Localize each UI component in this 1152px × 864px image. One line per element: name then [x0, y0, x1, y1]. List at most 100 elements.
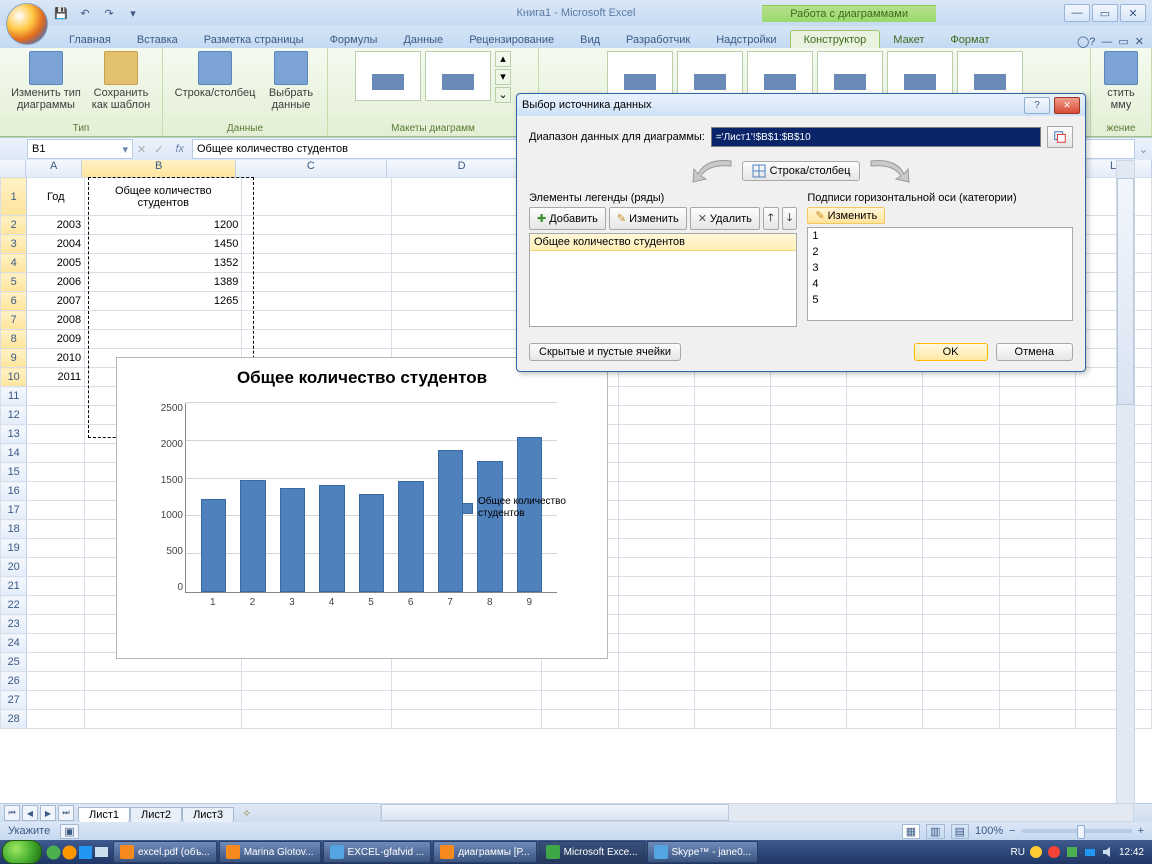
restore-button[interactable]: ▭ [1092, 4, 1118, 22]
move-down-button[interactable]: 🡓 [782, 207, 798, 230]
ribbon-tab[interactable]: Разметка страницы [191, 31, 317, 48]
horizontal-scrollbar[interactable] [380, 803, 1134, 822]
last-sheet-button[interactable]: ⏭ [58, 805, 74, 821]
close-button[interactable]: ✕ [1120, 4, 1146, 22]
list-item[interactable]: Общее количество студентов [529, 233, 797, 251]
office-button[interactable] [6, 3, 48, 45]
accept-icon[interactable]: ✓ [150, 143, 167, 156]
macro-record-icon[interactable]: ▣ [60, 824, 78, 839]
switch-row-col-button[interactable]: Строка/столбец [742, 161, 861, 181]
categories-listbox[interactable]: 12345 [807, 227, 1073, 321]
ok-button[interactable]: OK [914, 343, 988, 361]
new-sheet-button[interactable]: ✧ [234, 806, 259, 821]
move-up-button[interactable]: 🡑 [763, 207, 779, 230]
column-header[interactable]: D [387, 160, 538, 177]
dialog-close-button[interactable]: ✕ [1054, 97, 1080, 114]
minimize-button[interactable]: — [1064, 4, 1090, 22]
zoom-out-button[interactable]: − [1009, 825, 1015, 837]
chart-object[interactable]: Общее количество студентов 2500200015001… [116, 357, 608, 659]
ribbon-tab[interactable]: Вставка [124, 31, 191, 48]
edit-categories-button[interactable]: ✎Изменить [807, 207, 885, 224]
change-chart-type-button[interactable]: Изменить тип диаграммы [10, 51, 82, 111]
ribbon-tab[interactable]: Главная [56, 31, 124, 48]
taskbar-item[interactable]: excel.pdf (объ... [113, 841, 217, 863]
ribbon-tab[interactable]: Вид [567, 31, 613, 48]
mdi-close-icon[interactable]: ✕ [1135, 35, 1144, 48]
series-listbox[interactable]: Общее количество студентов [529, 233, 797, 327]
range-input[interactable] [711, 127, 1041, 147]
tray-icon[interactable] [1029, 845, 1043, 859]
delete-series-button[interactable]: ✕Удалить [690, 207, 760, 230]
sheet-tab[interactable]: Лист3 [182, 807, 234, 822]
taskbar-item[interactable]: EXCEL-gfafvid ... [323, 841, 432, 863]
help-icon[interactable]: ◯? [1077, 35, 1095, 48]
chart-bar[interactable] [398, 481, 423, 592]
list-item[interactable]: 1 [808, 228, 1072, 244]
chart-bar[interactable] [201, 499, 226, 592]
taskbar-item[interactable]: Skype™ - jane0... [647, 841, 758, 863]
cancel-icon[interactable]: ✕ [133, 143, 150, 156]
save-template-button[interactable]: Сохранить как шаблон [90, 51, 152, 111]
taskbar-item[interactable]: диаграммы [Р... [433, 841, 536, 863]
mdi-minimize-icon[interactable]: — [1101, 36, 1112, 48]
name-box[interactable]: B1▾ [27, 139, 133, 159]
chart-bar[interactable] [477, 461, 502, 592]
list-item[interactable]: 3 [808, 260, 1072, 276]
network-icon[interactable] [1083, 845, 1097, 859]
zoom-slider[interactable] [1022, 829, 1132, 833]
expand-formula-icon[interactable]: ⌄ [1135, 143, 1152, 156]
list-item[interactable]: 4 [808, 276, 1072, 292]
switch-row-col-button[interactable]: Строка/столбец [173, 51, 257, 111]
column-header[interactable]: B [82, 160, 236, 177]
tray-icon[interactable] [1047, 845, 1061, 859]
zoom-in-button[interactable]: + [1138, 825, 1144, 837]
chart-bar[interactable] [438, 450, 463, 592]
ribbon-tab[interactable]: Разработчик [613, 31, 703, 48]
view-layout-button[interactable]: ▥ [926, 824, 944, 839]
next-sheet-button[interactable]: ▶ [40, 805, 56, 821]
layout-gallery[interactable]: ▴▾⌄ [355, 51, 511, 103]
chart-bar[interactable] [280, 488, 305, 592]
select-all-corner[interactable] [0, 160, 26, 177]
chart-legend[interactable]: Общее количество студентов [462, 496, 587, 520]
ribbon-tab[interactable]: Рецензирование [456, 31, 567, 48]
zoom-level[interactable]: 100% [975, 825, 1003, 837]
cancel-button[interactable]: Отмена [996, 343, 1073, 361]
ribbon-tab[interactable]: Надстройки [703, 31, 789, 48]
column-header[interactable]: L [1075, 160, 1152, 177]
add-series-button[interactable]: ✚Добавить [529, 207, 606, 230]
sheet-tab[interactable]: Лист1 [78, 807, 130, 822]
word-icon[interactable] [78, 845, 93, 860]
fx-icon[interactable]: fx [167, 143, 192, 155]
firefox-icon[interactable] [62, 845, 77, 860]
chart-bar[interactable] [319, 485, 344, 592]
language-indicator[interactable]: RU [1011, 847, 1025, 858]
edit-series-button[interactable]: ✎Изменить [609, 207, 687, 230]
taskbar-item[interactable]: Marina Glotov... [219, 841, 321, 863]
ribbon-tab[interactable]: Данные [390, 31, 456, 48]
chart-bar[interactable] [359, 494, 384, 592]
ribbon-tab[interactable]: Формулы [317, 31, 391, 48]
ribbon-tab-context[interactable]: Конструктор [790, 30, 881, 48]
vertical-scrollbar[interactable] [1116, 160, 1135, 804]
prev-sheet-button[interactable]: ◀ [22, 805, 38, 821]
chart-bar[interactable] [240, 480, 265, 592]
taskbar-item[interactable]: Microsoft Exce... [539, 841, 645, 863]
chevron-down-icon[interactable]: ▾ [122, 143, 128, 156]
first-sheet-button[interactable]: ⏮ [4, 805, 20, 821]
clock[interactable]: 12:42 [1119, 847, 1144, 858]
ribbon-tab-context[interactable]: Макет [880, 31, 937, 48]
view-normal-button[interactable]: ▦ [902, 824, 920, 839]
move-chart-button[interactable]: стить мму [1101, 51, 1141, 111]
select-data-button[interactable]: Выбрать данные [265, 51, 317, 111]
column-header[interactable]: A [26, 160, 82, 177]
list-item[interactable]: 2 [808, 244, 1072, 260]
view-pagebreak-button[interactable]: ▤ [951, 824, 969, 839]
mdi-restore-icon[interactable]: ▭ [1118, 35, 1128, 48]
ribbon-tab-context[interactable]: Формат [937, 31, 1002, 48]
dialog-titlebar[interactable]: Выбор источника данных ? ✕ [517, 94, 1085, 116]
sheet-tab[interactable]: Лист2 [130, 807, 182, 822]
start-button[interactable] [2, 840, 42, 864]
dialog-help-button[interactable]: ? [1024, 97, 1050, 114]
list-item[interactable]: 5 [808, 292, 1072, 308]
